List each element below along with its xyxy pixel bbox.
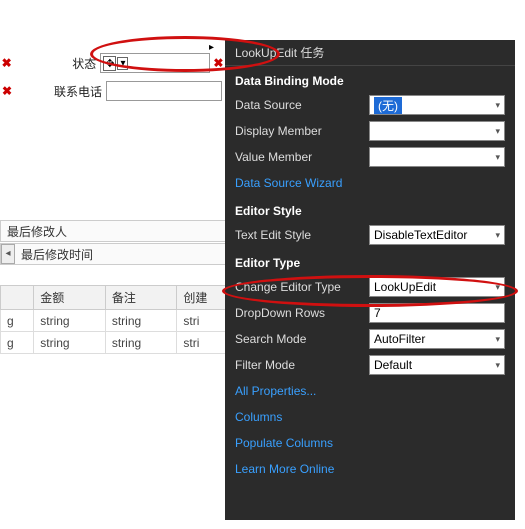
change-editor-type-label: Change Editor Type <box>235 280 363 294</box>
row-display-member: Display Member ▾ <box>225 118 515 144</box>
text-edit-style-value: DisableTextEditor <box>374 228 467 242</box>
data-source-dropdown[interactable]: (无) ▾ <box>369 95 505 115</box>
status-lookupedit[interactable]: ✥ ▾ <box>100 53 210 73</box>
data-grid: 金额 备注 创建 g string string stri g string s… <box>0 285 240 354</box>
value-member-dropdown[interactable]: ▾ <box>369 147 505 167</box>
tasks-panel: LookUpEdit 任务 Data Binding Mode Data Sou… <box>225 40 515 520</box>
cell[interactable]: g <box>1 332 34 354</box>
delete-icon[interactable]: ✖ <box>0 56 13 70</box>
row-change-editor-type: Change Editor Type LookUpEdit ▾ <box>225 274 515 300</box>
col-amount[interactable]: 金额 <box>34 286 106 310</box>
data-source-label: Data Source <box>235 98 363 112</box>
filter-mode-dropdown[interactable]: Default ▾ <box>369 355 505 375</box>
cell[interactable]: string <box>34 332 106 354</box>
row-text-edit-style: Text Edit Style DisableTextEditor ▾ <box>225 222 515 248</box>
last-modtime-label: 最后修改时间 <box>15 246 99 263</box>
chevron-down-icon: ▾ <box>495 230 500 241</box>
chevron-down-icon: ▾ <box>495 282 500 293</box>
delete-icon[interactable]: ✖ <box>212 56 225 70</box>
all-properties-link[interactable]: All Properties... <box>235 384 316 398</box>
data-source-value: (无) <box>374 97 402 114</box>
text-edit-style-dropdown[interactable]: DisableTextEditor ▾ <box>369 225 505 245</box>
last-modifier-label: 最后修改人 <box>1 223 73 240</box>
filter-mode-value: Default <box>374 358 412 372</box>
dropdown-icon[interactable]: ▾ <box>117 57 128 70</box>
row-data-source: Data Source (无) ▾ <box>225 92 515 118</box>
status-label: 状态 <box>13 55 100 72</box>
value-member-label: Value Member <box>235 150 363 164</box>
data-source-wizard-link[interactable]: Data Source Wizard <box>235 176 342 190</box>
chevron-down-icon: ▾ <box>495 100 500 111</box>
display-member-dropdown[interactable]: ▾ <box>369 121 505 141</box>
move-handle-icon[interactable]: ✥ <box>103 56 116 71</box>
filter-mode-label: Filter Mode <box>235 358 363 372</box>
prev-icon[interactable]: ◂ <box>1 244 15 264</box>
delete-icon[interactable]: ✖ <box>0 84 14 98</box>
grid-header-row: 金额 备注 创建 <box>1 286 240 310</box>
dropdown-rows-label: DropDown Rows <box>235 306 363 320</box>
row-filter-mode: Filter Mode Default ▾ <box>225 352 515 378</box>
row-value-member: Value Member ▾ <box>225 144 515 170</box>
table-row[interactable]: g string string stri <box>1 310 240 332</box>
phone-label: 联系电话 <box>14 83 106 100</box>
chevron-down-icon: ▾ <box>495 334 500 345</box>
dropdown-rows-input[interactable]: 7 <box>369 303 505 323</box>
last-modifier-row: 最后修改人 <box>0 220 230 242</box>
chevron-down-icon: ▾ <box>495 360 500 371</box>
search-mode-label: Search Mode <box>235 332 363 346</box>
text-edit-style-label: Text Edit Style <box>235 228 363 242</box>
smarttag-icon[interactable]: ▸ <box>209 42 214 53</box>
cell[interactable]: string <box>34 310 106 332</box>
footer-fields: 最后修改人 ◂ 最后修改时间 <box>0 220 230 266</box>
search-mode-value: AutoFilter <box>374 332 425 346</box>
status-field-row: ✖ 状态 ✥ ▾ ✖ <box>0 52 225 74</box>
row-dropdown-rows: DropDown Rows 7 <box>225 300 515 326</box>
cell[interactable]: string <box>105 332 177 354</box>
last-modtime-row: ◂ 最后修改时间 <box>0 243 230 265</box>
section-editor-type: Editor Type <box>225 248 515 274</box>
col-blank[interactable] <box>1 286 34 310</box>
cell[interactable]: g <box>1 310 34 332</box>
display-member-label: Display Member <box>235 124 363 138</box>
phone-input[interactable] <box>106 81 222 101</box>
section-data-binding: Data Binding Mode <box>225 66 515 92</box>
cell[interactable]: string <box>105 310 177 332</box>
section-editor-style: Editor Style <box>225 196 515 222</box>
change-editor-type-dropdown[interactable]: LookUpEdit ▾ <box>369 277 505 297</box>
table-row[interactable]: g string string stri <box>1 332 240 354</box>
tasks-title: LookUpEdit 任务 <box>225 40 515 66</box>
learn-more-link[interactable]: Learn More Online <box>235 462 334 476</box>
columns-link[interactable]: Columns <box>235 410 282 424</box>
change-editor-type-value: LookUpEdit <box>374 280 436 294</box>
col-remark[interactable]: 备注 <box>105 286 177 310</box>
dropdown-rows-value: 7 <box>374 306 381 320</box>
phone-field-row: ✖ 联系电话 <box>0 80 225 102</box>
chevron-down-icon: ▾ <box>495 152 500 163</box>
search-mode-dropdown[interactable]: AutoFilter ▾ <box>369 329 505 349</box>
chevron-down-icon: ▾ <box>495 126 500 137</box>
populate-columns-link[interactable]: Populate Columns <box>235 436 333 450</box>
row-search-mode: Search Mode AutoFilter ▾ <box>225 326 515 352</box>
